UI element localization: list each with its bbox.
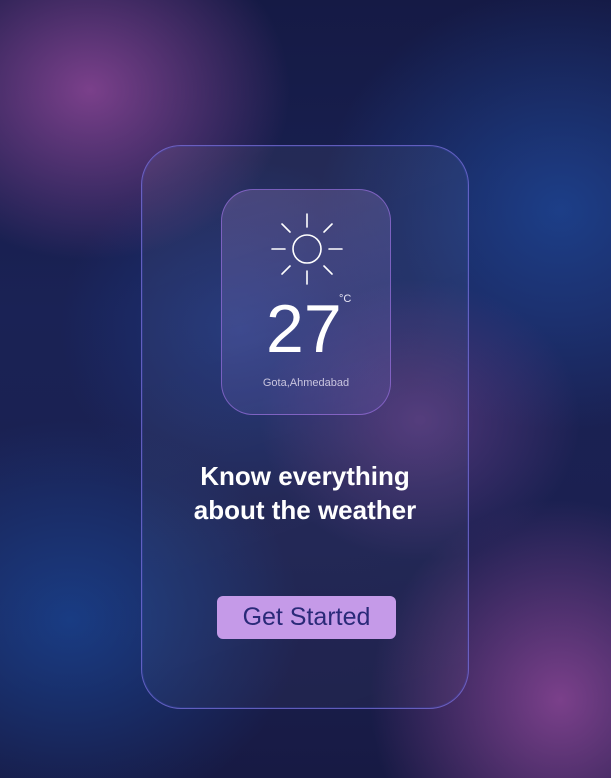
location-label: Gota,Ahmedabad: [262, 377, 350, 389]
headline-line-1: Know everything: [200, 461, 410, 491]
get-started-button[interactable]: Get Started: [217, 596, 396, 639]
temperature-unit: °C: [339, 293, 352, 305]
headline: Know everything about the weather: [142, 459, 468, 527]
onboarding-card: 27 °C Gota,Ahmedabad Know everything abo…: [141, 145, 469, 709]
headline-line-2: about the weather: [193, 495, 417, 525]
temperature-display: 27 °C: [222, 291, 390, 367]
sun-icon: [271, 213, 343, 285]
temperature-value: 27: [266, 291, 342, 367]
weather-tile: 27 °C Gota,Ahmedabad: [221, 189, 391, 415]
